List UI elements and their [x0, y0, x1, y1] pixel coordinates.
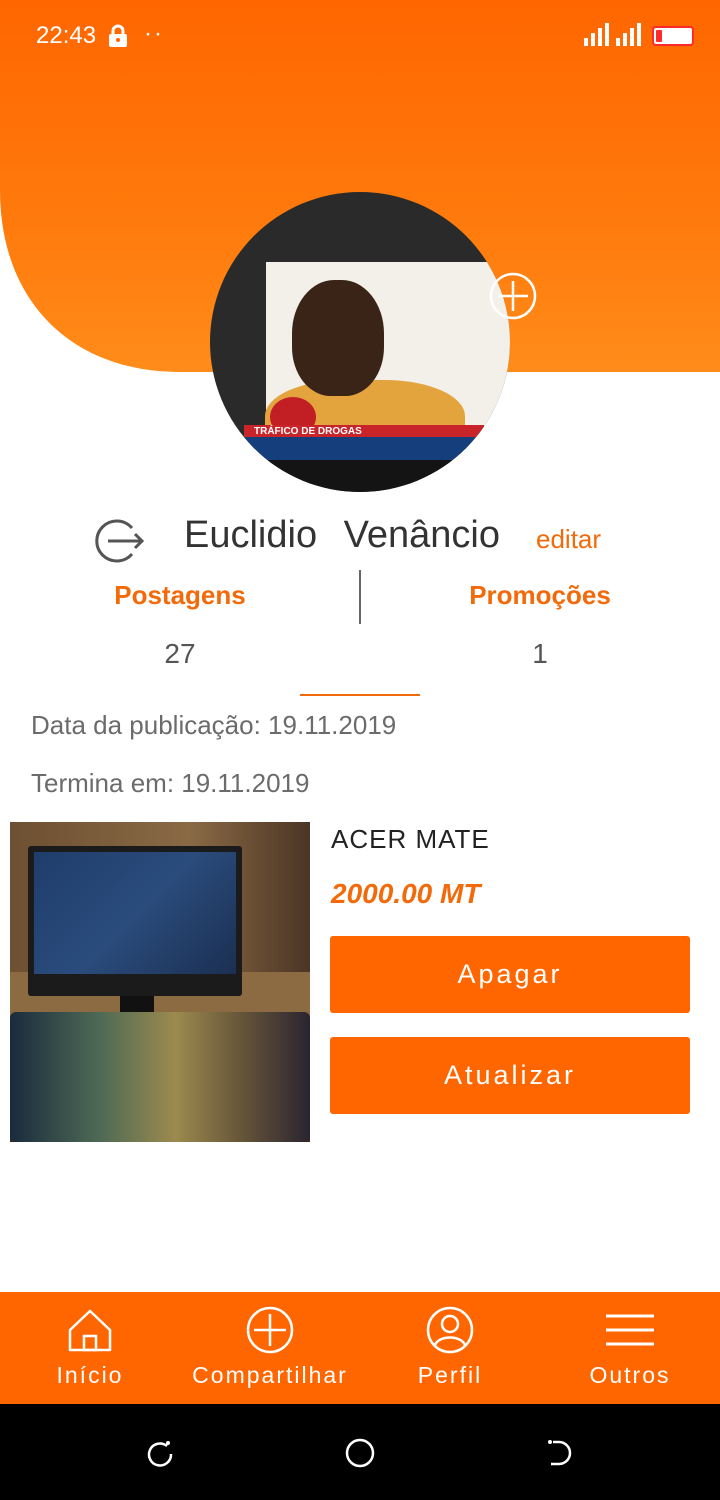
system-nav-bar — [0, 1404, 720, 1500]
home-icon — [68, 1309, 112, 1352]
notification-dots: ·· — [144, 20, 164, 47]
tab-indicator — [300, 694, 420, 696]
bottom-nav: Início Compartilhar Perfil Outros — [0, 1292, 720, 1404]
status-bar: 22:43 ·· — [0, 0, 720, 72]
post-title: ACER MATE — [331, 824, 490, 854]
menu-icon — [606, 1314, 654, 1346]
nav-label-home: Início — [56, 1362, 124, 1388]
home-button-icon[interactable] — [345, 1438, 375, 1468]
status-time: 22:43 — [36, 22, 97, 49]
recent-apps-icon[interactable] — [145, 1438, 175, 1468]
delete-button[interactable]: Apagar — [330, 936, 690, 1013]
nav-label-share: Compartilhar — [192, 1362, 348, 1388]
signal-icon-2 — [616, 23, 641, 46]
promotions-count: 1 — [532, 638, 548, 669]
user-name: Euclidio Venâncio — [184, 514, 500, 556]
stats-divider — [359, 570, 361, 624]
signal-icon — [584, 23, 609, 46]
edit-profile-link[interactable]: editar — [536, 524, 601, 555]
logout-icon[interactable] — [94, 518, 144, 564]
avatar-banner-text: TRÁFICO DE DROGAS — [254, 426, 362, 437]
avatar[interactable]: TRÁFICO DE DROGAS — [210, 192, 510, 492]
nav-item-share[interactable]: Compartilhar — [180, 1292, 360, 1404]
post-price: 2000.00 MT — [331, 878, 481, 909]
publication-date: Data da publicação: 19.11.2019 — [31, 710, 397, 740]
add-photo-icon[interactable] — [488, 271, 538, 321]
nav-item-profile[interactable]: Perfil — [360, 1292, 540, 1404]
end-date: Termina em: 19.11.2019 — [31, 768, 310, 798]
user-icon — [426, 1306, 474, 1354]
nav-label-others: Outros — [589, 1362, 671, 1388]
battery-icon — [652, 26, 694, 46]
nav-label-profile: Perfil — [417, 1362, 483, 1388]
lock-icon — [109, 24, 127, 47]
promotions-label[interactable]: Promoções — [420, 580, 660, 611]
nav-item-others[interactable]: Outros — [540, 1292, 720, 1404]
plus-circle-icon — [246, 1306, 294, 1354]
update-button[interactable]: Atualizar — [330, 1037, 690, 1114]
posts-count: 27 — [164, 638, 196, 669]
back-icon[interactable] — [545, 1438, 575, 1468]
posts-label[interactable]: Postagens — [60, 580, 300, 611]
post-image[interactable] — [10, 822, 310, 1142]
nav-item-home[interactable]: Início — [0, 1292, 180, 1404]
